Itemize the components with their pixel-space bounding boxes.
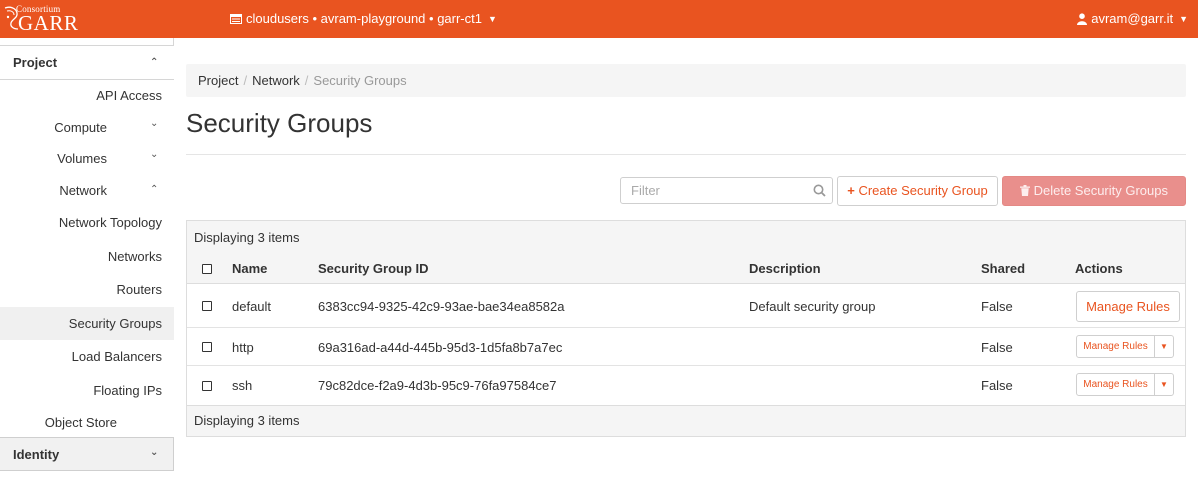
column-header-security-group-id[interactable]: Security Group ID [318,261,429,276]
table-footer-caption: Displaying 3 items [194,413,300,428]
manage-rules-button[interactable]: Manage Rules [1076,291,1180,322]
create-security-group-button[interactable]: + Create Security Group [837,176,998,206]
breadcrumb-network[interactable]: Network [252,73,300,88]
create-security-group-label: Create Security Group [858,183,988,198]
logo-line-2: GARR [18,11,79,35]
sidebar-item-load-balancers[interactable]: Load Balancers [0,349,174,364]
project-context-dropdown[interactable]: cloudusers • avram-playground • garr-ct1… [230,11,497,26]
trash-icon [1019,185,1030,196]
sidebar-group-network[interactable]: Network [0,183,160,198]
sidebar: Project ⌃ API Access Compute ⌄ Volumes ⌄… [0,38,174,493]
sidebar-item-networks[interactable]: Networks [0,249,174,264]
chevron-down-icon: ⌄ [150,149,159,160]
breadcrumb-separator: / [243,73,248,88]
sidebar-item-label: API Access [96,88,162,103]
column-header-name[interactable]: Name [232,261,267,276]
caret-down-icon: ▼ [1179,13,1188,24]
sidebar-item-label: Networks [107,249,162,264]
sidebar-item-label: Network Topology [58,215,162,230]
project-list-icon [230,13,242,24]
breadcrumb: Project / Network / Security Groups [186,64,1186,97]
sidebar-item-label: Load Balancers [71,349,162,364]
sidebar-top-divider [0,38,174,46]
row-name[interactable]: http [232,340,254,355]
manage-rules-button[interactable]: Manage Rules [1077,336,1155,357]
title-divider [186,154,1186,155]
sidebar-group-label: Network [59,183,107,198]
row-shared: False [981,299,1013,314]
column-header-description[interactable]: Description [749,261,821,276]
sidebar-item-label: Security Groups [68,316,162,331]
chevron-down-icon: ⌄ [150,118,159,129]
garr-logo[interactable]: Consortium GARR [2,3,79,35]
sidebar-item-network-topology[interactable]: Network Topology [0,215,174,230]
row-checkbox[interactable] [202,381,212,391]
select-all-checkbox[interactable] [202,264,212,274]
sidebar-item-routers[interactable]: Routers [0,282,174,297]
sidebar-section-identity[interactable]: Identity ⌄ [0,437,174,471]
sidebar-item-api-access[interactable]: API Access [0,88,174,103]
sidebar-group-label: Volumes [57,151,107,166]
column-header-actions: Actions [1075,261,1123,276]
row-name[interactable]: default [232,299,271,314]
row-divider [187,365,1185,366]
row-checkbox[interactable] [202,342,212,352]
chevron-up-icon: ⌃ [150,184,159,195]
sidebar-item-label: Routers [116,282,162,297]
row-name[interactable]: ssh [232,378,252,393]
caret-down-icon: ▼ [487,13,497,24]
sidebar-group-compute[interactable]: Compute [0,120,160,135]
filter-input[interactable] [621,178,811,203]
user-menu-dropdown[interactable]: avram@garr.it ▼ [1077,11,1188,26]
row-shared: False [981,378,1013,393]
breadcrumb-project[interactable]: Project [198,73,238,88]
sidebar-section-label: Identity [13,447,60,462]
table-caption: Displaying 3 items [194,230,300,245]
sidebar-group-label: Object Store [44,415,117,430]
plus-icon: + [847,183,855,198]
sidebar-section-project[interactable]: Project ⌃ [0,46,174,80]
user-icon [1077,12,1088,25]
row-id: 79c82dce-f2a9-4d3b-95c9-76fa97584ce7 [318,378,557,393]
search-icon[interactable] [813,184,826,197]
breadcrumb-separator: / [304,73,309,88]
caret-down-icon[interactable]: ▼ [1155,336,1173,357]
sidebar-group-volumes[interactable]: Volumes [0,151,160,166]
chevron-down-icon: ⌄ [150,447,159,458]
breadcrumb-current: Security Groups [313,73,407,88]
security-groups-table: Displaying 3 items Name Security Group I… [186,220,1186,437]
sidebar-item-floating-ips[interactable]: Floating IPs [0,383,174,398]
delete-security-groups-button[interactable]: Delete Security Groups [1002,176,1186,206]
column-header-shared[interactable]: Shared [981,261,1025,276]
row-description: Default security group [749,299,876,314]
table-footer [187,405,1185,436]
filter-field[interactable] [620,177,833,204]
manage-rules-label: Manage Rules [1086,299,1170,314]
delete-security-groups-label: Delete Security Groups [1033,183,1169,198]
page-title: Security Groups [186,108,373,138]
project-context-label: cloudusers • avram-playground • garr-ct1 [246,11,482,26]
user-name-label: avram@garr.it [1091,11,1174,26]
sidebar-group-object-store[interactable]: Object Store [0,415,160,430]
row-checkbox[interactable] [202,301,212,311]
top-navbar: Consortium GARR cloudusers • avram-playg… [0,0,1198,38]
chevron-up-icon: ⌃ [150,57,159,68]
sidebar-group-label: Compute [54,120,107,135]
row-divider [187,327,1185,328]
sidebar-item-label: Floating IPs [93,383,162,398]
row-shared: False [981,340,1013,355]
manage-rules-button[interactable]: Manage Rules [1077,374,1155,395]
sidebar-item-security-groups[interactable]: Security Groups [0,307,174,340]
manage-rules-split-button: Manage Rules ▼ [1076,373,1174,396]
row-id: 69a316ad-a44d-445b-95d3-1d5fa8b7a7ec [318,340,563,355]
sidebar-section-label: Project [13,55,58,70]
row-id: 6383cc94-9325-42c9-93ae-bae34ea8582a [318,299,565,314]
manage-rules-split-button: Manage Rules ▼ [1076,335,1174,358]
caret-down-icon[interactable]: ▼ [1155,374,1173,395]
